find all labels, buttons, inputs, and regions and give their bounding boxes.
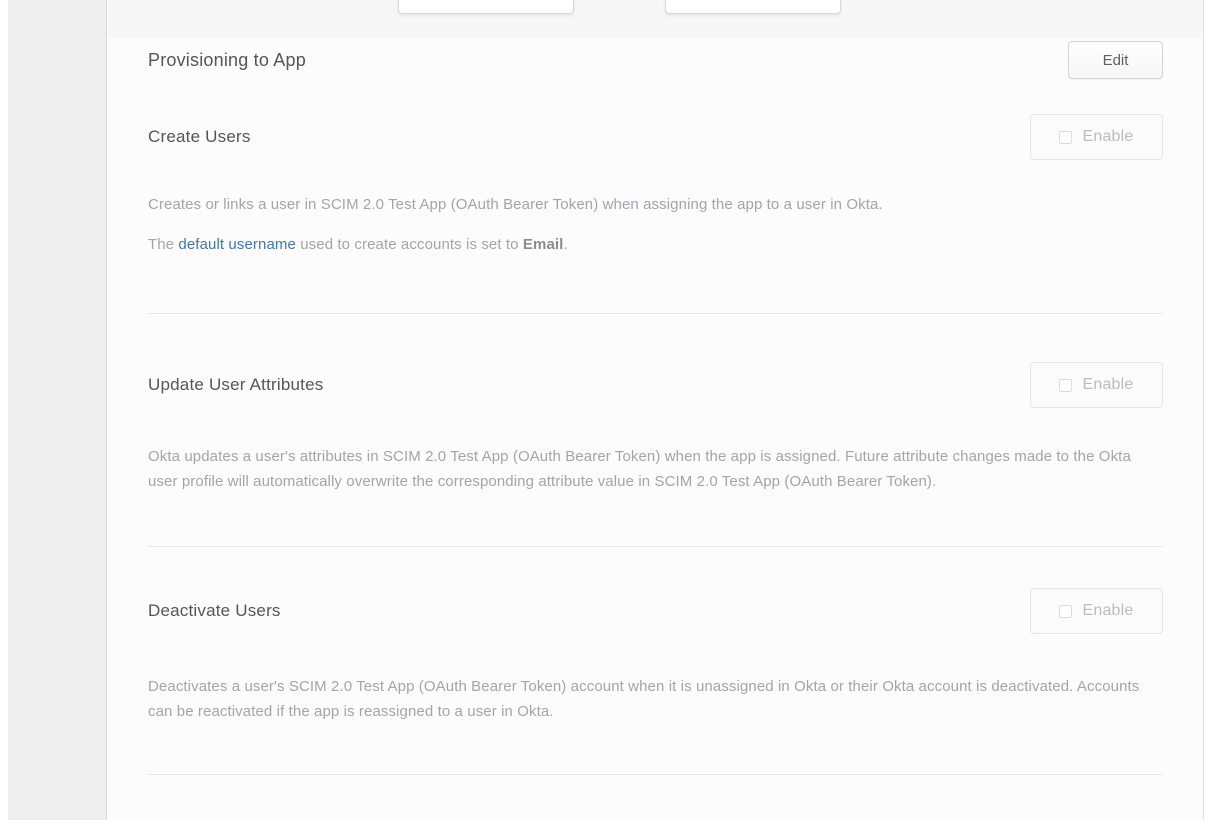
enable-label: Enable — [1082, 602, 1133, 620]
section-divider — [148, 546, 1163, 547]
page-title: Provisioning to App — [148, 50, 306, 71]
section-row-create-users: Create Users Enable — [148, 114, 1163, 160]
provisioning-header-row: Provisioning to App Edit — [148, 40, 1163, 80]
partial-field-left[interactable] — [398, 0, 574, 14]
enable-label: Enable — [1082, 128, 1133, 146]
main-panel: Provisioning to App Edit Create Users En… — [108, 0, 1204, 820]
section-row-update-user-attributes: Update User Attributes Enable — [148, 362, 1163, 408]
update-user-attributes-description: Okta updates a user's attributes in SCIM… — [148, 444, 1163, 494]
top-cropped-row — [108, 0, 1203, 38]
screen: Provisioning to App Edit Create Users En… — [0, 0, 1212, 820]
enable-toggle-create-users[interactable]: Enable — [1030, 114, 1163, 160]
section-divider — [148, 774, 1163, 775]
enable-toggle-deactivate-users[interactable]: Enable — [1030, 588, 1163, 634]
enable-checkbox[interactable] — [1059, 131, 1072, 144]
enable-checkbox[interactable] — [1059, 605, 1072, 618]
section-heading-deactivate-users: Deactivate Users — [148, 601, 281, 621]
default-username-note: The default username used to create acco… — [148, 232, 1163, 257]
enable-checkbox[interactable] — [1059, 379, 1072, 392]
deactivate-users-description: Deactivates a user's SCIM 2.0 Test App (… — [148, 674, 1163, 724]
section-heading-create-users: Create Users — [148, 127, 251, 147]
create-users-description: Creates or links a user in SCIM 2.0 Test… — [148, 192, 1163, 217]
note-bold-value: Email — [523, 236, 564, 253]
edit-button[interactable]: Edit — [1068, 41, 1163, 79]
enable-toggle-update-user-attributes[interactable]: Enable — [1030, 362, 1163, 408]
note-mid: used to create accounts is set to — [296, 236, 523, 253]
content-inner: Provisioning to App Edit Create Users En… — [108, 40, 1203, 775]
left-sidebar — [8, 0, 107, 820]
section-heading-update-user-attributes: Update User Attributes — [148, 375, 323, 395]
default-username-link[interactable]: default username — [178, 236, 296, 253]
note-suffix: . — [563, 236, 567, 253]
partial-field-right[interactable] — [665, 0, 841, 14]
enable-label: Enable — [1082, 376, 1133, 394]
section-divider — [148, 313, 1163, 314]
note-prefix: The — [148, 236, 178, 253]
section-row-deactivate-users: Deactivate Users Enable — [148, 588, 1163, 634]
